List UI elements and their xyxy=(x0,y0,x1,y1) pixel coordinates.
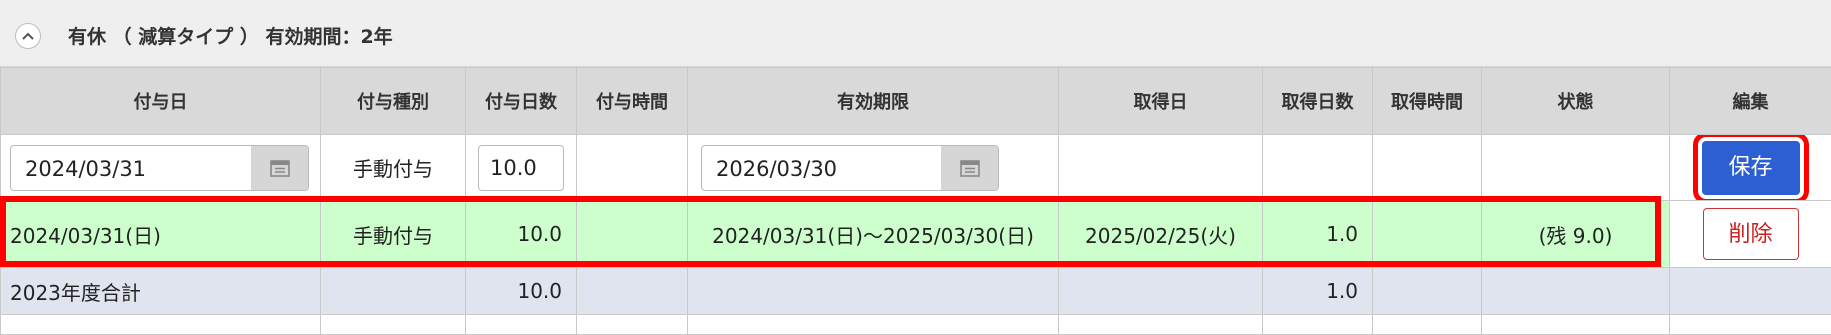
edit-row: 2024/03/31 手動付与 10.0 xyxy=(1,135,1831,201)
col-header-edit: 編集 xyxy=(1670,68,1831,135)
grant-date-value: 2024/03/31 xyxy=(25,157,146,181)
total-taken-days: 1.0 xyxy=(1263,268,1373,315)
paid-leave-panel: 有休 （ 減算タイプ ） 有効期間：2年 付与日 付与種別 付与日数 付与時間 … xyxy=(0,0,1831,320)
taken-date-cell: 2025/02/25(火) xyxy=(1059,201,1263,268)
taken-time-cell xyxy=(1373,201,1482,268)
validity-cell: 2024/03/31(日)～2025/03/30(日) xyxy=(688,201,1059,268)
col-header-grant-time: 付与時間 xyxy=(577,68,688,135)
col-header-taken-date: 取得日 xyxy=(1059,68,1263,135)
edit-grant-type: 手動付与 xyxy=(321,135,466,201)
chevron-up-icon xyxy=(21,31,35,41)
expiry-date-value: 2026/03/30 xyxy=(716,157,837,181)
col-header-grant-date: 付与日 xyxy=(1,68,321,135)
col-header-grant-type: 付与種別 xyxy=(321,68,466,135)
col-header-grant-days: 付与日数 xyxy=(466,68,577,135)
grant-type-cell: 手動付与 xyxy=(321,201,466,268)
grant-days-cell: 10.0 xyxy=(466,201,577,268)
grant-date-calendar-button[interactable] xyxy=(251,146,308,190)
total-row: 2023年度合計 10.0 1.0 xyxy=(1,268,1831,315)
status-cell: (残 9.0) xyxy=(1482,201,1670,268)
col-header-taken-days: 取得日数 xyxy=(1263,68,1373,135)
grant-days-input[interactable]: 10.0 xyxy=(478,145,564,191)
calendar-icon xyxy=(270,159,290,177)
taken-days-cell: 1.0 xyxy=(1263,201,1373,268)
table-header-row: 付与日 付与種別 付与日数 付与時間 有効期限 取得日 取得日数 取得時間 状態… xyxy=(1,68,1831,135)
expiry-date-input[interactable]: 2026/03/30 xyxy=(701,145,999,191)
save-button[interactable]: 保存 xyxy=(1702,141,1800,195)
collapse-toggle[interactable] xyxy=(15,23,41,49)
col-header-expiry: 有効期限 xyxy=(688,68,1059,135)
delete-button[interactable]: 削除 xyxy=(1703,208,1799,260)
grant-date-input[interactable]: 2024/03/31 xyxy=(10,145,309,191)
table-row xyxy=(1,315,1831,335)
expiry-date-calendar-button[interactable] xyxy=(941,146,998,190)
col-header-status: 状態 xyxy=(1482,68,1670,135)
calendar-icon xyxy=(960,159,980,177)
grant-date-cell: 2024/03/31(日) xyxy=(1,201,321,268)
leave-grant-table: 付与日 付与種別 付与日数 付与時間 有効期限 取得日 取得日数 取得時間 状態… xyxy=(0,67,1831,335)
grant-time-cell xyxy=(577,201,688,268)
col-header-taken-time: 取得時間 xyxy=(1373,68,1482,135)
total-grant-days: 10.0 xyxy=(466,268,577,315)
section-title: 有休 （ 減算タイプ ） 有効期間：2年 xyxy=(68,22,393,49)
section-header: 有休 （ 減算タイプ ） 有効期間：2年 xyxy=(0,0,1831,67)
table-row: 2024/03/31(日) 手動付与 10.0 2024/03/31(日)～20… xyxy=(1,201,1831,268)
total-label: 2023年度合計 xyxy=(1,268,321,315)
